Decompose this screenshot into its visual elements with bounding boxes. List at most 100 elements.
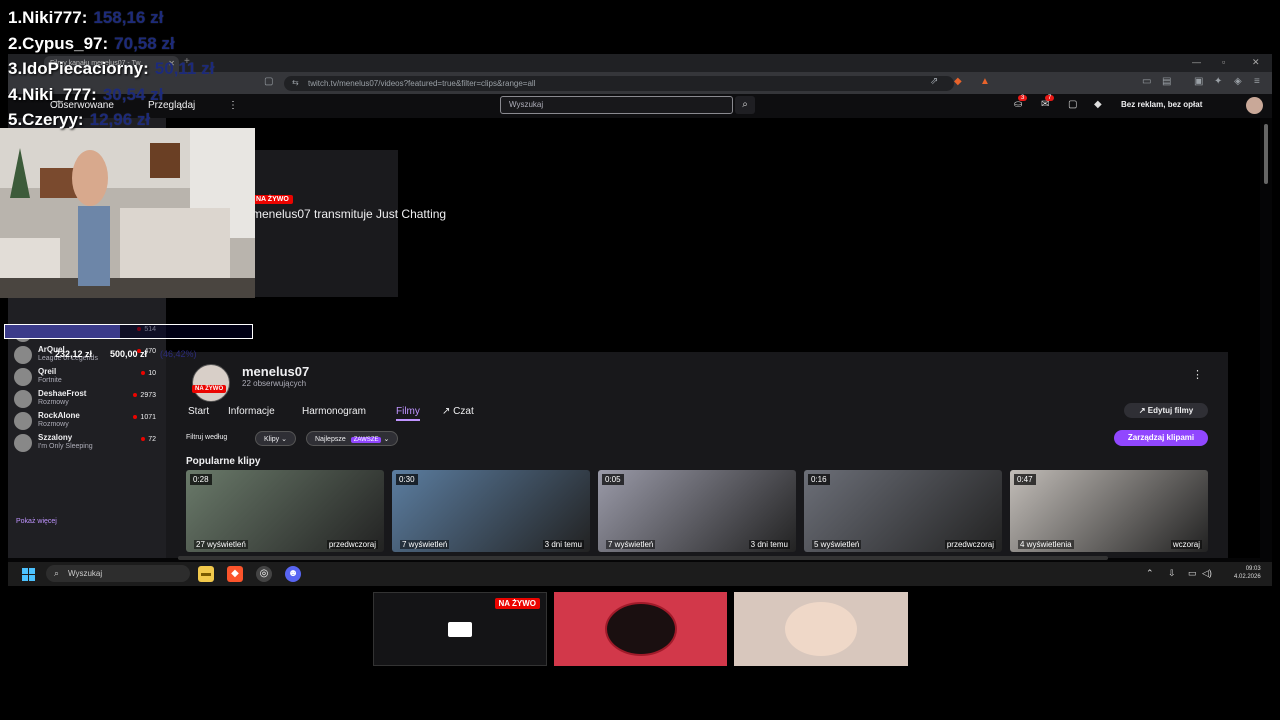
wallet-icon[interactable]: ▣ xyxy=(1194,76,1203,87)
chevron-down-icon: ⌄ xyxy=(383,436,390,443)
leaderboard-amount: 70,58 zł xyxy=(114,33,175,53)
tab-start[interactable]: Start xyxy=(188,406,209,417)
live-badge: NA ŻYWO xyxy=(252,195,293,204)
obs-icon[interactable]: ◎ xyxy=(256,566,272,582)
filter-label: Filtruj według xyxy=(186,434,228,441)
leaderboard-row: 1.Niki777: 158,16 zł xyxy=(8,8,268,34)
site-info-icon[interactable]: ⇆ xyxy=(292,78,299,87)
participant-live-badge: NA ŻYWO xyxy=(494,598,540,609)
leaderboard-row: 2.Cypus_97: 70,58 zł xyxy=(8,34,268,60)
tab-harmonogram[interactable]: Harmonogram xyxy=(302,406,366,417)
participant-screen-share[interactable]: NA ŻYWO xyxy=(373,592,547,666)
tab-filmy[interactable]: Filmy xyxy=(396,406,420,421)
tab-czat[interactable]: ↗ Czat xyxy=(442,406,474,417)
clip-duration: 0:05 xyxy=(602,474,624,485)
search-icon: ⌕ xyxy=(54,568,60,578)
prime-icon[interactable]: ⛀ 3 xyxy=(1014,95,1028,110)
sidebar-channel-name: DeshaeFrost xyxy=(38,389,87,398)
tray-chevron-icon[interactable]: ⌃ xyxy=(1146,568,1154,579)
notification-badge: 7 xyxy=(1045,95,1055,101)
viewer-count-value: 10 xyxy=(148,370,156,377)
leaderboard-name: 2.Cypus_97: xyxy=(8,33,109,53)
sidebar-channel[interactable]: DeshaeFrost Rozmowy 2973 xyxy=(12,388,162,412)
address-text: twitch.tv/menelus07/videos?featured=true… xyxy=(308,79,536,88)
turbo-button[interactable]: Bez reklam, bez opłat xyxy=(1121,100,1202,109)
discord-icon[interactable]: ☻ xyxy=(285,566,301,582)
share-icon[interactable]: ⇗ xyxy=(930,76,938,87)
maximize-icon[interactable]: ▫ xyxy=(1222,57,1225,67)
search-input[interactable]: Wyszukaj xyxy=(500,96,733,114)
display-icon[interactable]: ▭ xyxy=(1188,568,1197,579)
live-dot-icon xyxy=(133,415,138,420)
tray-usb-icon[interactable]: ⇩ xyxy=(1168,568,1176,579)
participant-tile-beige[interactable] xyxy=(734,592,908,666)
user-avatar[interactable] xyxy=(1246,97,1263,114)
sort-dropdown[interactable]: Najlepsze ZAWSZE ⌄ xyxy=(306,431,399,446)
clip-duration: 0:16 xyxy=(808,474,830,485)
file-explorer-icon[interactable]: ▬ xyxy=(198,566,214,582)
extensions-icon[interactable]: ▭ xyxy=(1142,76,1151,87)
tab-informacje[interactable]: Informacje xyxy=(228,406,275,417)
viewer-count: 10 xyxy=(141,370,156,377)
horizontal-scrollbar[interactable] xyxy=(178,556,1108,560)
windows-taskbar: ⌕ Wyszukaj ▬ ◆ ◎ ☻ ⌃ ⇩ ▭ ◁) 09:03 4.02.2… xyxy=(8,562,1272,586)
leaderboard-name: 5.Czeryy: xyxy=(8,110,84,129)
clip-card[interactable]: 0:05 7 wyświetleń 3 dni temu xyxy=(598,470,796,552)
leaderboard-amount: 12,96 zł xyxy=(89,110,151,129)
show-more-link[interactable]: Pokaż więcej xyxy=(16,518,57,525)
notifications-icon[interactable]: ✉ 7 xyxy=(1041,95,1055,110)
clip-card[interactable]: 0:47 4 wyświetlenia wczoraj xyxy=(1010,470,1208,552)
clip-card[interactable]: 0:30 7 wyświetleń 3 dni temu xyxy=(392,470,590,552)
external-link-icon: ↗ xyxy=(442,406,454,417)
search-icon[interactable]: ⌕ xyxy=(735,96,755,114)
leaderboard-amount: 50,11 zł xyxy=(154,59,215,78)
chevron-down-icon: ⌄ xyxy=(281,436,288,443)
clip-duration: 0:28 xyxy=(190,474,212,485)
external-link-icon: ↗ xyxy=(1138,406,1148,415)
live-preview[interactable] xyxy=(248,150,398,297)
sidebar-channel[interactable]: RockAlone Rozmowy 1071 xyxy=(12,410,162,434)
address-bar[interactable]: ⇆ twitch.tv/menelus07/videos?featured=tr… xyxy=(284,76,954,91)
manage-clips-button[interactable]: Zarządzaj klipami xyxy=(1114,430,1208,446)
leaderboard-amount: 30,54 zł xyxy=(102,84,164,104)
clip-card[interactable]: 0:28 27 wyświetleń przedwczoraj xyxy=(186,470,384,552)
bits-icon[interactable]: ◆ xyxy=(1094,99,1102,110)
menu-icon[interactable]: ≡ xyxy=(1254,76,1260,87)
taskbar-search[interactable]: ⌕ Wyszukaj xyxy=(46,565,190,582)
live-dot-icon xyxy=(141,437,146,442)
participant-tile-red[interactable] xyxy=(554,592,727,666)
clip-views: 7 wyświetleń xyxy=(400,540,450,549)
channel-avatar xyxy=(14,346,32,364)
filter-dropdown[interactable]: Klipy ⌄ xyxy=(255,431,297,446)
close-window-icon[interactable]: ✕ xyxy=(1252,57,1260,68)
sidebar-toggle-icon[interactable]: ▤ xyxy=(1162,76,1171,87)
brave-browser-icon[interactable]: ◆ xyxy=(227,566,243,582)
sort-value: Najlepsze xyxy=(315,436,346,443)
leaderboard-row: 3.IdoPiecaciorny: 50,11 zł xyxy=(8,59,268,85)
minimize-icon[interactable]: — xyxy=(1192,57,1201,67)
sidebar-channel-game: Rozmowy xyxy=(38,421,69,428)
sidebar-channel-name: Qreil xyxy=(38,367,57,376)
volume-icon[interactable]: ◁) xyxy=(1202,568,1212,579)
edit-videos-button[interactable]: ↗ Edytuj filmy xyxy=(1124,403,1208,418)
channel-avatar[interactable] xyxy=(192,364,230,402)
goal-percent: (46,42%) xyxy=(160,349,197,359)
sidebar-channel[interactable]: Qreil Fortnite 10 xyxy=(12,366,162,390)
participant-avatar xyxy=(785,602,857,656)
more-options-icon[interactable]: ⋮ xyxy=(1192,368,1203,381)
rewards-icon[interactable]: ▲ xyxy=(980,76,990,87)
viewer-count-value: 1071 xyxy=(140,414,156,421)
sidebar-channel[interactable]: Szzalony I'm Only Sleeping 72 xyxy=(12,432,162,456)
participant-avatar xyxy=(605,602,677,656)
system-clock[interactable]: 09:03 4.02.2026 xyxy=(1234,565,1261,581)
whispers-icon[interactable]: ▢ xyxy=(1068,99,1077,110)
donation-goal-bar xyxy=(4,324,253,339)
windows-start-icon[interactable] xyxy=(22,568,36,581)
channel-page: NA ŻYWO menelus07 transmituje Just Chatt… xyxy=(166,118,1260,558)
channel-name[interactable]: menelus07 xyxy=(242,364,309,379)
vertical-scrollbar[interactable] xyxy=(1264,124,1268,184)
brave-shield-icon[interactable]: ◆ xyxy=(954,76,962,87)
vpn-icon[interactable]: ◈ xyxy=(1234,76,1242,87)
leo-icon[interactable]: ✦ xyxy=(1214,76,1222,87)
clip-card[interactable]: 0:16 5 wyświetleń przedwczoraj xyxy=(804,470,1002,552)
